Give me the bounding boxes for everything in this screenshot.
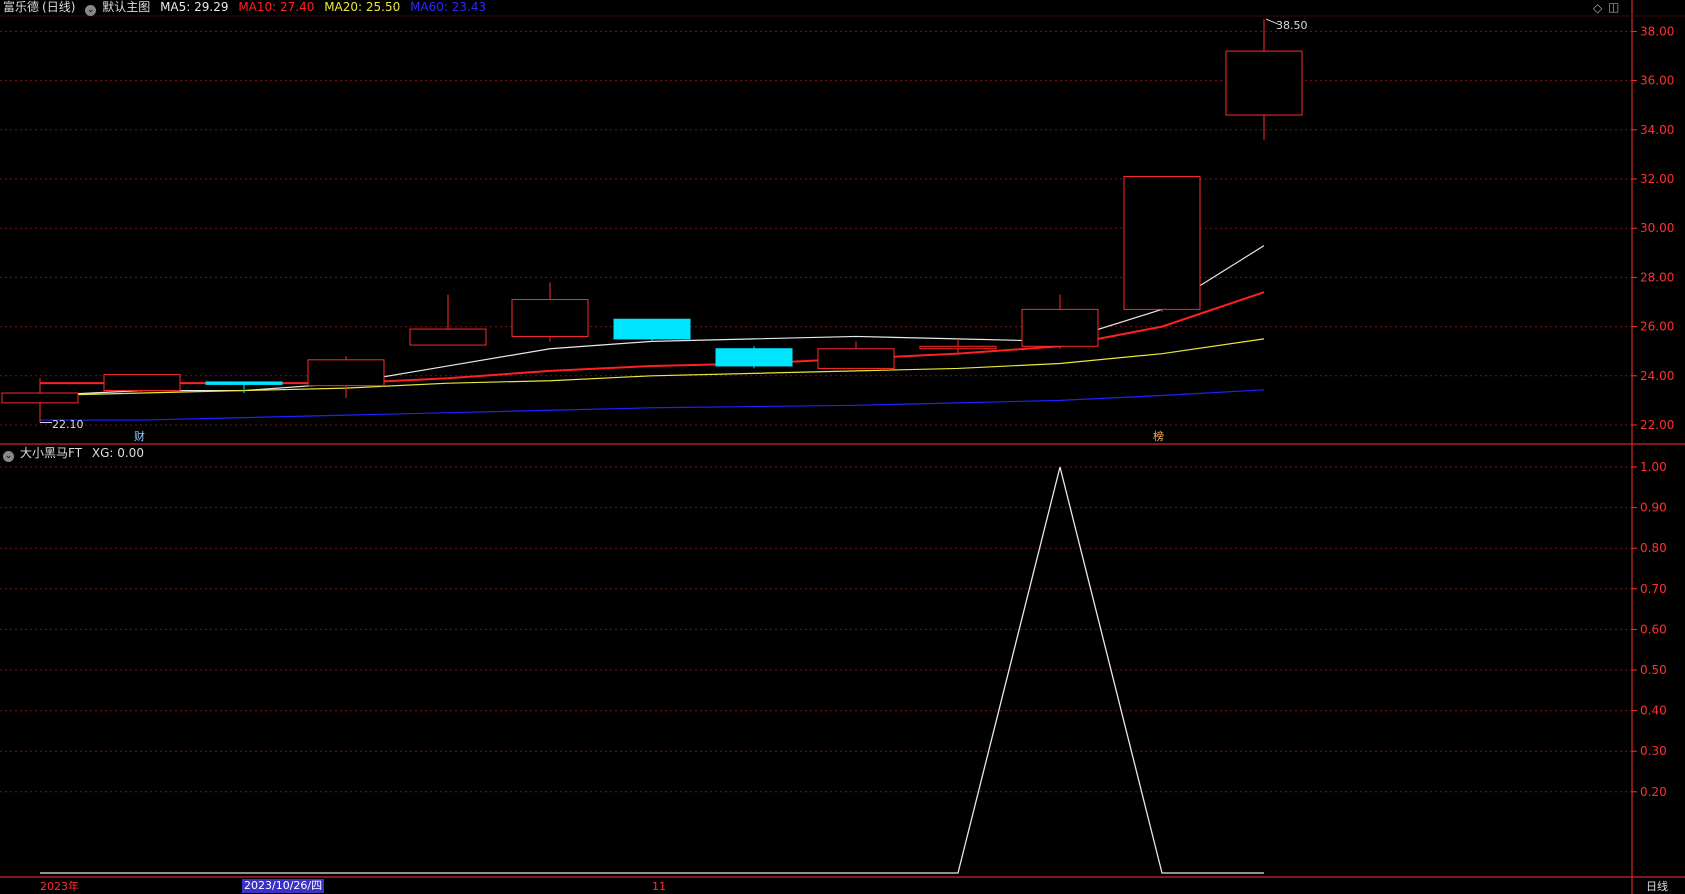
chevron-down-icon[interactable]: ⌄ — [85, 5, 97, 16]
year-label: 2023年 — [40, 880, 79, 893]
candle-body — [103, 374, 181, 392]
candle-body — [205, 381, 283, 385]
candle-body — [817, 348, 895, 369]
grid — [0, 30, 1632, 793]
candle — [307, 356, 385, 398]
indicator-tick-label: 0.50 — [1640, 663, 1667, 677]
stock-name[interactable]: 富乐德 — [3, 0, 39, 14]
indicator-tick-label: 0.40 — [1640, 704, 1667, 718]
price-tick-label: 24.00 — [1640, 369, 1674, 383]
candle-body — [511, 299, 589, 337]
indicator-header: ⌄ 大小黑马FT XG: 0.00 — [3, 446, 150, 462]
candle — [1225, 19, 1303, 140]
main-header: 富乐德 (日线) ⌄ 默认主图 MA5: 29.29 MA10: 27.40 MA2… — [3, 0, 492, 16]
candle — [1123, 176, 1201, 312]
period-tab[interactable]: 日线 — [1646, 880, 1668, 894]
ma5-label: MA5: 29.29 — [160, 0, 229, 14]
price-tick-label: 26.00 — [1640, 320, 1674, 334]
indicator-tick-label: 0.90 — [1640, 501, 1667, 515]
price-tick-label: 30.00 — [1640, 221, 1674, 235]
indicator-tick-label: 0.80 — [1640, 541, 1667, 555]
low-price-label: 22.10 — [52, 418, 84, 431]
chevron-down-icon[interactable]: ⌄ — [3, 451, 14, 462]
candle — [613, 318, 691, 342]
candle-body — [613, 318, 691, 340]
ma10-label: MA10: 27.40 — [238, 0, 315, 14]
candle — [409, 294, 487, 346]
indicator-tick-label: 0.60 — [1640, 622, 1667, 636]
indicator-tick-label: 0.30 — [1640, 744, 1667, 758]
candle — [715, 346, 793, 369]
candle-body — [409, 328, 487, 346]
month-label: 11 — [652, 880, 666, 893]
frame — [0, 0, 1685, 894]
diamond-icon[interactable]: ◇ — [1593, 1, 1602, 15]
price-tick-label: 38.00 — [1640, 24, 1674, 38]
candle-body — [715, 348, 793, 367]
financial-report-marker[interactable]: 财 — [134, 430, 145, 444]
ma60-label: MA60: 23.43 — [410, 0, 487, 14]
indicator-tick-label: 0.70 — [1640, 582, 1667, 596]
candlesticks — [1, 18, 1303, 424]
price-axis: 38.00 36.00 34.00 32.00 30.00 28.00 26.00 24.00… — [1632, 24, 1674, 799]
price-tick-label: 36.00 — [1640, 74, 1674, 88]
cursor-date: 2023/10/26/四 — [242, 879, 325, 893]
chart-canvas[interactable]: 38.00 36.00 34.00 32.00 30.00 28.00 26.00 24.00… — [0, 0, 1685, 894]
candle-body — [1, 392, 79, 404]
indicator-tick-label: 1.00 — [1640, 460, 1667, 474]
candle — [103, 374, 181, 394]
dragon-tiger-list-marker[interactable]: 榜 — [1153, 430, 1164, 444]
ma60-line — [40, 389, 1265, 421]
indicator-name[interactable]: 大小黑马FT — [20, 446, 82, 460]
period-label: (日线) — [42, 0, 76, 14]
indicator-tick-label: 0.20 — [1640, 785, 1667, 799]
candle-body — [1021, 308, 1099, 347]
price-tick-label: 28.00 — [1640, 270, 1674, 284]
price-tick-label: 34.00 — [1640, 123, 1674, 137]
template-label[interactable]: 默认主图 — [102, 0, 150, 14]
candle-body — [1225, 50, 1303, 116]
candle — [1021, 294, 1099, 349]
candle-body — [307, 359, 385, 387]
candle — [817, 341, 895, 369]
price-tick-label: 22.00 — [1640, 418, 1674, 432]
candle — [1, 378, 79, 423]
candle — [511, 282, 589, 342]
candle-body — [919, 345, 997, 350]
ma20-label: MA20: 25.50 — [324, 0, 401, 14]
panel-toggle-icon[interactable]: ◫ — [1608, 0, 1619, 14]
price-tick-label: 32.00 — [1640, 172, 1674, 186]
xg-value: XG: 0.00 — [91, 446, 144, 460]
ma20-line — [39, 338, 1265, 397]
candle-body — [1123, 176, 1201, 310]
high-price-label: 38.50 — [1276, 19, 1308, 32]
